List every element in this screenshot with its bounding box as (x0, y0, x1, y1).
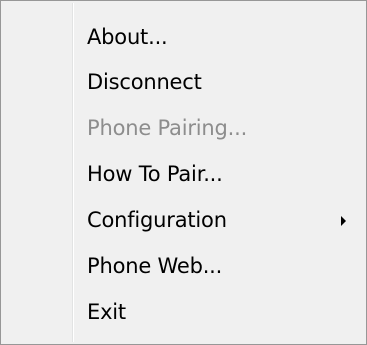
menu-item-exit[interactable]: Exit (4, 291, 363, 335)
menu-item-label: Disconnect (87, 70, 202, 94)
menu-item-label: Phone Web... (87, 254, 223, 278)
menu-item-label: How To Pair... (87, 162, 223, 186)
menu-item-how-to-pair[interactable]: How To Pair... (4, 153, 363, 197)
menu-item-label: Exit (87, 300, 126, 324)
menu-item-label: Phone Pairing... (87, 116, 248, 140)
menu-item-label: Configuration (87, 208, 227, 232)
menu-item-about[interactable]: About... (4, 16, 363, 60)
menu-item-label: About... (87, 25, 168, 49)
menu-item-configuration[interactable]: Configuration (4, 199, 363, 243)
chevron-right-icon (341, 216, 346, 226)
context-menu: About... Disconnect Phone Pairing... How… (0, 0, 367, 345)
menu-item-phone-pairing: Phone Pairing... (4, 107, 363, 151)
menu-item-disconnect[interactable]: Disconnect (4, 61, 363, 105)
menu-item-phone-web[interactable]: Phone Web... (4, 245, 363, 289)
